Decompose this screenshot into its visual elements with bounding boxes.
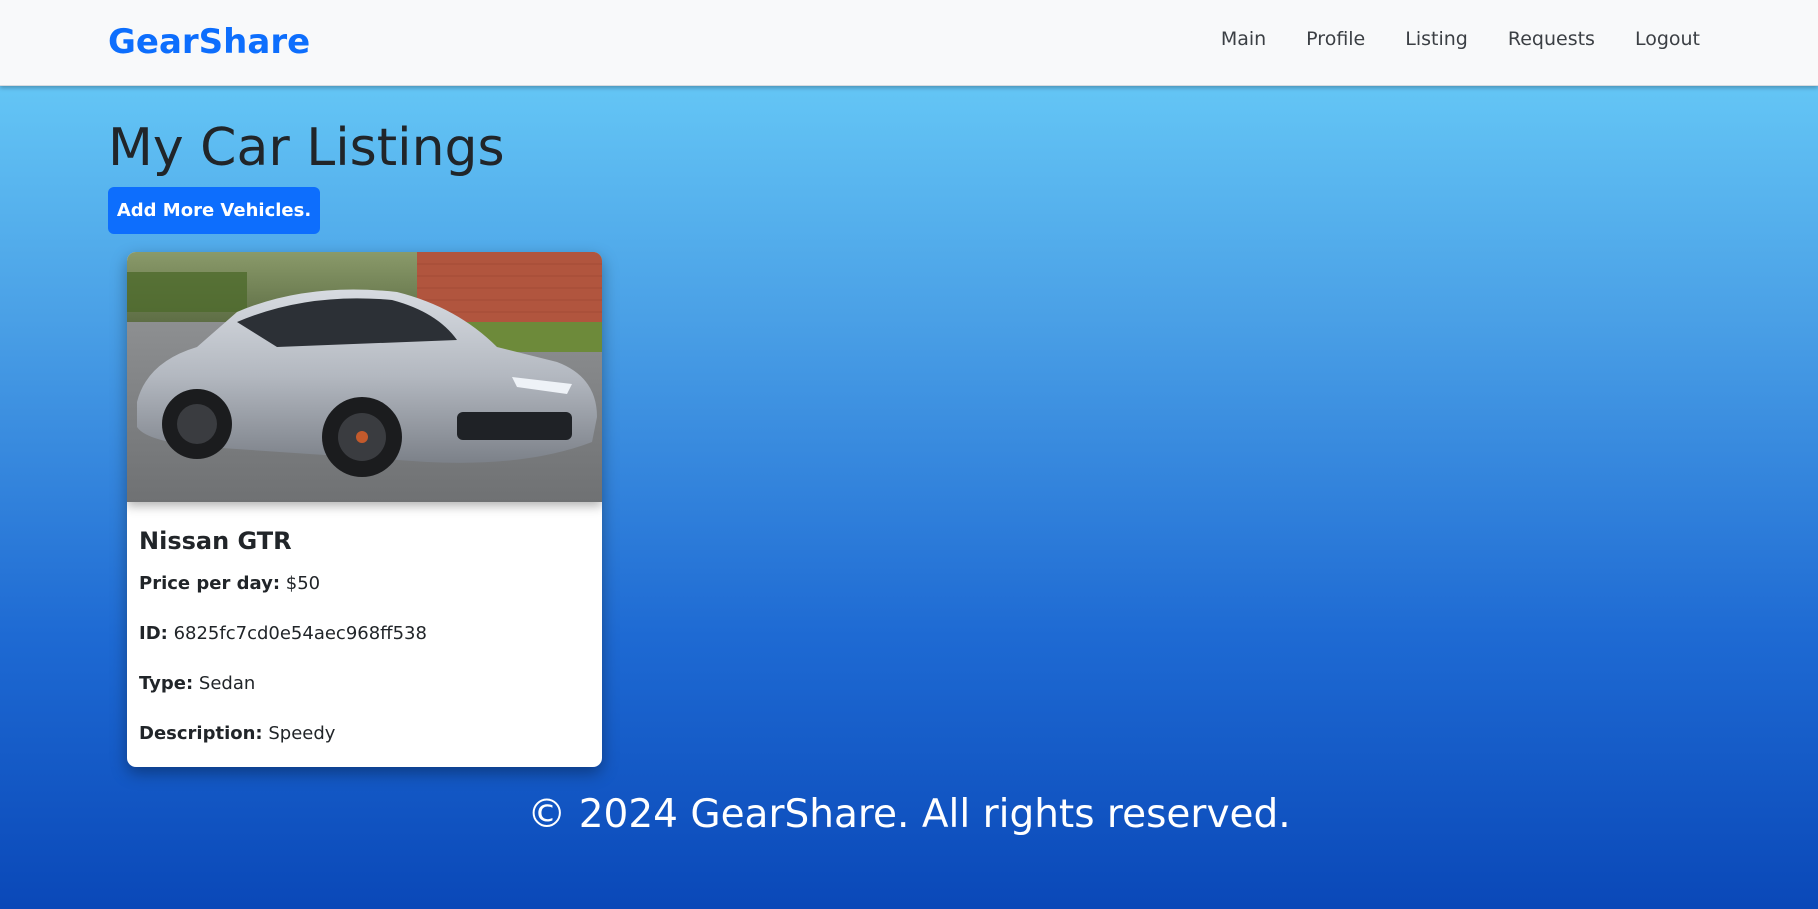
type-label: Type: [139,673,194,694]
description-field: Description: Speedy [139,723,335,744]
type-value: Sedan [198,673,256,694]
description-label: Description: [139,723,263,744]
nav-link-logout[interactable]: Logout [1635,28,1700,50]
nav-link-requests[interactable]: Requests [1508,28,1595,50]
car-name: Nissan GTR [139,527,292,555]
price-field: Price per day: $50 [139,573,320,594]
nav-link-listing[interactable]: Listing [1405,28,1468,50]
car-image [127,252,602,502]
listing-card[interactable]: Nissan GTR Price per day: $50 ID: 6825fc… [127,252,602,767]
price-value: $50 [285,573,321,594]
nav-links: Main Profile Listing Requests Logout [1181,28,1700,50]
footer-copyright: © 2024 GearShare. All rights reserved. [527,792,1291,837]
price-label: Price per day: [139,573,281,594]
type-field: Type: Sedan [139,673,255,694]
id-label: ID: [139,623,168,644]
nav-link-main[interactable]: Main [1221,28,1266,50]
nav-link-profile[interactable]: Profile [1306,28,1365,50]
id-field: ID: 6825fc7cd0e54aec968ff538 [139,623,427,644]
id-value: 6825fc7cd0e54aec968ff538 [173,623,427,644]
brand-logo[interactable]: GearShare [108,22,310,62]
add-vehicles-button[interactable]: Add More Vehicles. [108,187,320,234]
page-title: My Car Listings [108,118,505,178]
description-value: Speedy [268,723,336,744]
navbar: GearShare Main Profile Listing Requests … [0,0,1818,86]
